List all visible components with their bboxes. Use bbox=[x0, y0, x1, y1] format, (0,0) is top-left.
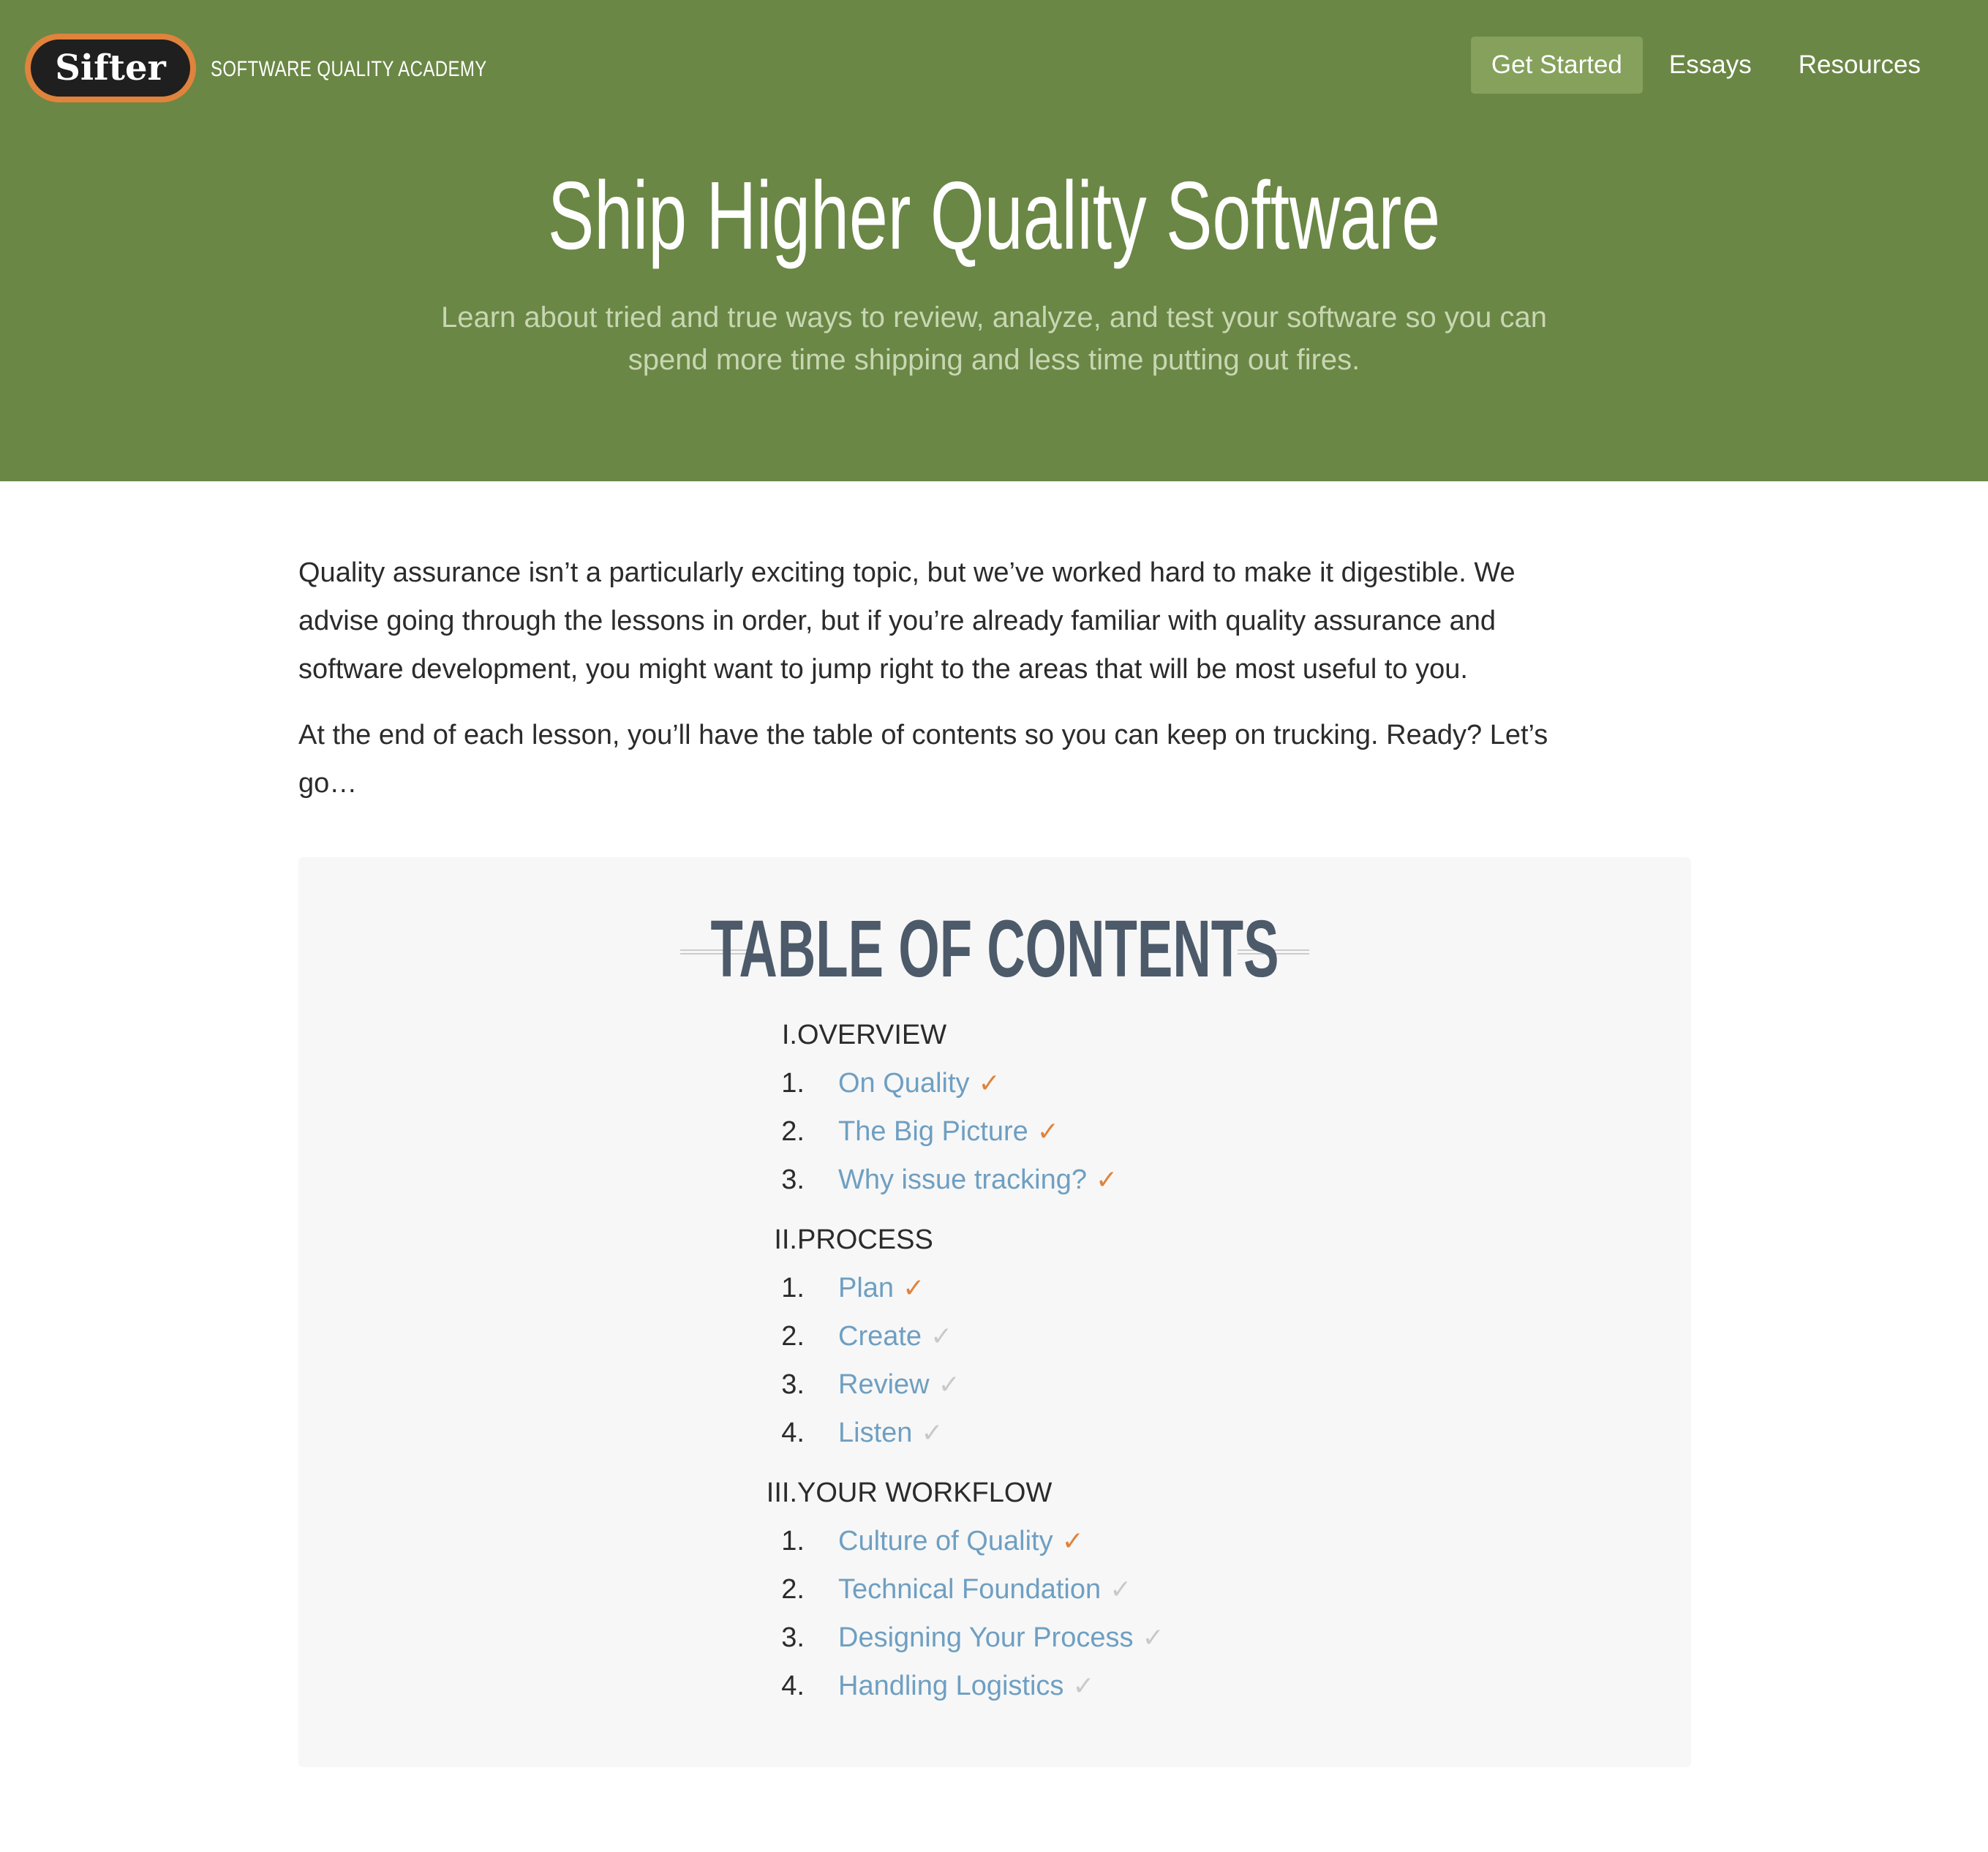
section-numeral: III. bbox=[766, 1478, 797, 1508]
site-header: Sifter SOFTWARE QUALITY ACADEMY Get Star… bbox=[0, 0, 1988, 481]
nav-get-started[interactable]: Get Started bbox=[1470, 37, 1643, 94]
item-number: 2. bbox=[781, 1116, 805, 1147]
lesson-label: Why issue tracking? bbox=[838, 1164, 1088, 1195]
table-of-contents: TABLE OF CONTENTS I. OVERVIEW 1. On Qual… bbox=[298, 857, 1691, 1767]
lesson-link-big-picture[interactable]: The Big Picture ✓ bbox=[838, 1116, 1059, 1148]
item-number: 1. bbox=[781, 1273, 805, 1303]
intro-paragraph: At the end of each lesson, you’ll have t… bbox=[298, 711, 1690, 808]
check-icon: ✓ bbox=[1110, 1574, 1132, 1604]
lesson-link-create[interactable]: Create ✓ bbox=[838, 1321, 952, 1352]
nav-essays[interactable]: Essays bbox=[1649, 37, 1772, 94]
lesson-link-designing-your-process[interactable]: Designing Your Process ✓ bbox=[838, 1622, 1164, 1654]
nav-resources[interactable]: Resources bbox=[1778, 37, 1941, 94]
section-title: PROCESS bbox=[797, 1224, 933, 1255]
section-numeral: II. bbox=[774, 1224, 797, 1255]
academy-label[interactable]: SOFTWARE QUALITY ACADEMY bbox=[211, 57, 487, 82]
text-line: At the end of each lesson, you’ll have t… bbox=[298, 720, 1548, 750]
lesson-label: Listen bbox=[838, 1418, 913, 1448]
lesson-link-culture-of-quality[interactable]: Culture of Quality ✓ bbox=[838, 1526, 1084, 1557]
item-number: 1. bbox=[781, 1068, 805, 1099]
check-icon: ✓ bbox=[1072, 1671, 1095, 1701]
lesson-link-technical-foundation[interactable]: Technical Foundation ✓ bbox=[838, 1574, 1132, 1606]
lesson-link-plan[interactable]: Plan ✓ bbox=[838, 1273, 925, 1304]
item-number: 4. bbox=[781, 1671, 805, 1701]
lesson-link-on-quality[interactable]: On Quality ✓ bbox=[838, 1068, 1001, 1099]
check-icon: ✓ bbox=[930, 1321, 953, 1351]
intro-content: Quality assurance isn’t a particularly e… bbox=[298, 549, 1690, 825]
lesson-label: Plan bbox=[838, 1273, 895, 1303]
check-icon: ✓ bbox=[1061, 1526, 1084, 1556]
check-icon: ✓ bbox=[1036, 1116, 1059, 1146]
lesson-label: Culture of Quality bbox=[838, 1526, 1053, 1556]
lesson-link-review[interactable]: Review ✓ bbox=[838, 1369, 960, 1401]
lesson-link-listen[interactable]: Listen ✓ bbox=[838, 1418, 944, 1449]
lesson-label: Designing Your Process bbox=[838, 1622, 1134, 1653]
lesson-label: Technical Foundation bbox=[838, 1574, 1102, 1605]
text-line: advise going through the lessons in orde… bbox=[298, 606, 1496, 636]
text-line: software development, you might want to … bbox=[298, 654, 1468, 685]
lesson-label: Create bbox=[838, 1321, 922, 1352]
check-icon: ✓ bbox=[903, 1273, 925, 1303]
item-number: 3. bbox=[781, 1369, 805, 1400]
item-number: 3. bbox=[781, 1622, 805, 1653]
page-subtitle: Learn about tried and true ways to revie… bbox=[351, 296, 1637, 381]
text-line: Quality assurance isn’t a particularly e… bbox=[298, 557, 1516, 588]
toc-title: TABLE OF CONTENTS bbox=[710, 904, 1279, 994]
intro-paragraph: Quality assurance isn’t a particularly e… bbox=[298, 549, 1690, 693]
check-icon: ✓ bbox=[1142, 1622, 1164, 1652]
item-number: 3. bbox=[781, 1164, 805, 1195]
item-number: 1. bbox=[781, 1526, 805, 1556]
lesson-link-handling-logistics[interactable]: Handling Logistics ✓ bbox=[838, 1671, 1095, 1702]
sifter-logo[interactable]: Sifter bbox=[25, 34, 196, 102]
lesson-label: Handling Logistics bbox=[838, 1671, 1064, 1701]
check-icon: ✓ bbox=[1096, 1164, 1118, 1194]
lesson-label: Review bbox=[838, 1369, 930, 1400]
lesson-label: The Big Picture bbox=[838, 1116, 1028, 1147]
subtitle-line: spend more time shipping and less time p… bbox=[628, 344, 1360, 376]
lesson-label: On Quality bbox=[838, 1068, 970, 1099]
section-numeral: I. bbox=[781, 1020, 797, 1050]
main-nav: Get Started Essays Resources bbox=[1465, 37, 1941, 94]
logo-text: Sifter bbox=[55, 48, 166, 89]
item-number: 2. bbox=[781, 1574, 805, 1605]
section-title: YOUR WORKFLOW bbox=[797, 1478, 1053, 1508]
section-title: OVERVIEW bbox=[797, 1020, 947, 1050]
item-number: 4. bbox=[781, 1418, 805, 1448]
check-icon: ✓ bbox=[921, 1418, 944, 1448]
check-icon: ✓ bbox=[978, 1068, 1001, 1098]
check-icon: ✓ bbox=[938, 1369, 960, 1399]
text-line: go… bbox=[298, 768, 358, 799]
lesson-link-why-issue-tracking[interactable]: Why issue tracking? ✓ bbox=[838, 1164, 1118, 1196]
item-number: 2. bbox=[781, 1321, 805, 1352]
subtitle-line: Learn about tried and true ways to revie… bbox=[441, 301, 1547, 334]
page-title: Ship Higher Quality Software bbox=[547, 162, 1441, 269]
